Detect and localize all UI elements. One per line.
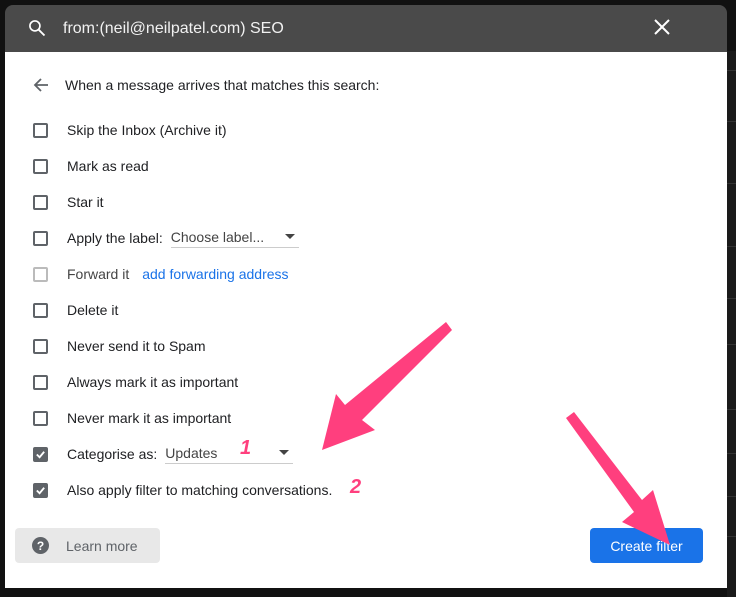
background-row-divider <box>727 536 736 537</box>
option-apply-label[interactable]: Apply the label: Choose label... <box>33 228 299 248</box>
dropdown-arrow-icon <box>284 234 295 239</box>
close-icon[interactable] <box>652 17 672 37</box>
option-label: Never send it to Spam <box>67 338 206 354</box>
step-number-1: 1 <box>240 437 252 459</box>
create-filter-button[interactable]: Create filter <box>590 528 703 563</box>
option-label: Categorise as: <box>67 446 158 462</box>
checkbox[interactable] <box>33 194 48 210</box>
option-label: Also apply filter to matching conversati… <box>67 482 333 498</box>
background-row-divider <box>727 453 736 454</box>
option-label: Always mark it as important <box>67 374 239 390</box>
search-query[interactable]: from:(neil@neilpatel.com) SEO <box>63 20 284 38</box>
check-icon <box>36 486 45 495</box>
option-label: Never mark it as important <box>67 410 232 426</box>
background-row-divider <box>727 298 736 299</box>
background-row-divider <box>727 121 736 122</box>
option-label: Star it <box>67 194 104 210</box>
background-inbox-strip <box>727 51 736 597</box>
search-icon <box>29 20 46 37</box>
checkbox <box>33 266 48 282</box>
checkbox[interactable] <box>33 302 48 318</box>
step-number-2: 2 <box>350 476 362 498</box>
add-forwarding-address-link[interactable]: add forwarding address <box>142 266 288 282</box>
option-label: Skip the Inbox (Archive it) <box>67 122 227 138</box>
checkbox-checked[interactable] <box>33 482 48 498</box>
option-always-important[interactable]: Always mark it as important <box>33 372 238 392</box>
background-row-divider <box>727 409 736 410</box>
checkbox-checked[interactable] <box>33 446 48 462</box>
learn-more-label: Learn more <box>66 537 138 554</box>
check-icon <box>36 450 45 459</box>
checkbox[interactable] <box>33 338 48 354</box>
option-apply-existing[interactable]: Also apply filter to matching conversati… <box>33 480 332 500</box>
category-select[interactable]: Updates <box>165 444 294 464</box>
checkbox[interactable] <box>33 374 48 390</box>
option-label: Delete it <box>67 302 119 318</box>
option-label: Mark as read <box>67 158 149 174</box>
select-value: Updates <box>165 444 218 461</box>
background-row-divider <box>727 70 736 71</box>
option-categorise[interactable]: Categorise as: Updates <box>33 444 294 464</box>
select-value: Choose label... <box>170 228 265 245</box>
option-forward: Forward it add forwarding address <box>33 264 289 284</box>
background-row-divider <box>727 344 736 345</box>
label-select[interactable]: Choose label... <box>170 228 299 248</box>
checkbox[interactable] <box>33 410 48 426</box>
option-skip-inbox[interactable]: Skip the Inbox (Archive it) <box>33 120 227 140</box>
background-row-divider <box>727 246 736 247</box>
option-never-spam[interactable]: Never send it to Spam <box>33 336 206 356</box>
filter-dialog: When a message arrives that matches this… <box>5 52 727 588</box>
checkbox[interactable] <box>33 230 48 246</box>
search-bar[interactable]: from:(neil@neilpatel.com) SEO <box>5 5 727 52</box>
option-star[interactable]: Star it <box>33 192 104 212</box>
option-mark-read[interactable]: Mark as read <box>33 156 149 176</box>
checkbox[interactable] <box>33 122 48 138</box>
checkbox[interactable] <box>33 158 48 174</box>
option-label: Apply the label: <box>67 230 163 246</box>
dialog-header: When a message arrives that matches this… <box>65 77 380 93</box>
learn-more-button[interactable]: ? Learn more <box>15 528 160 563</box>
background-row-divider <box>727 496 736 497</box>
background-row-divider <box>727 183 736 184</box>
dropdown-arrow-icon <box>279 450 290 455</box>
help-icon: ? <box>32 537 49 554</box>
option-label: Forward it <box>67 266 130 282</box>
back-arrow-icon[interactable] <box>33 77 49 93</box>
option-delete[interactable]: Delete it <box>33 300 118 320</box>
option-never-important[interactable]: Never mark it as important <box>33 408 231 428</box>
